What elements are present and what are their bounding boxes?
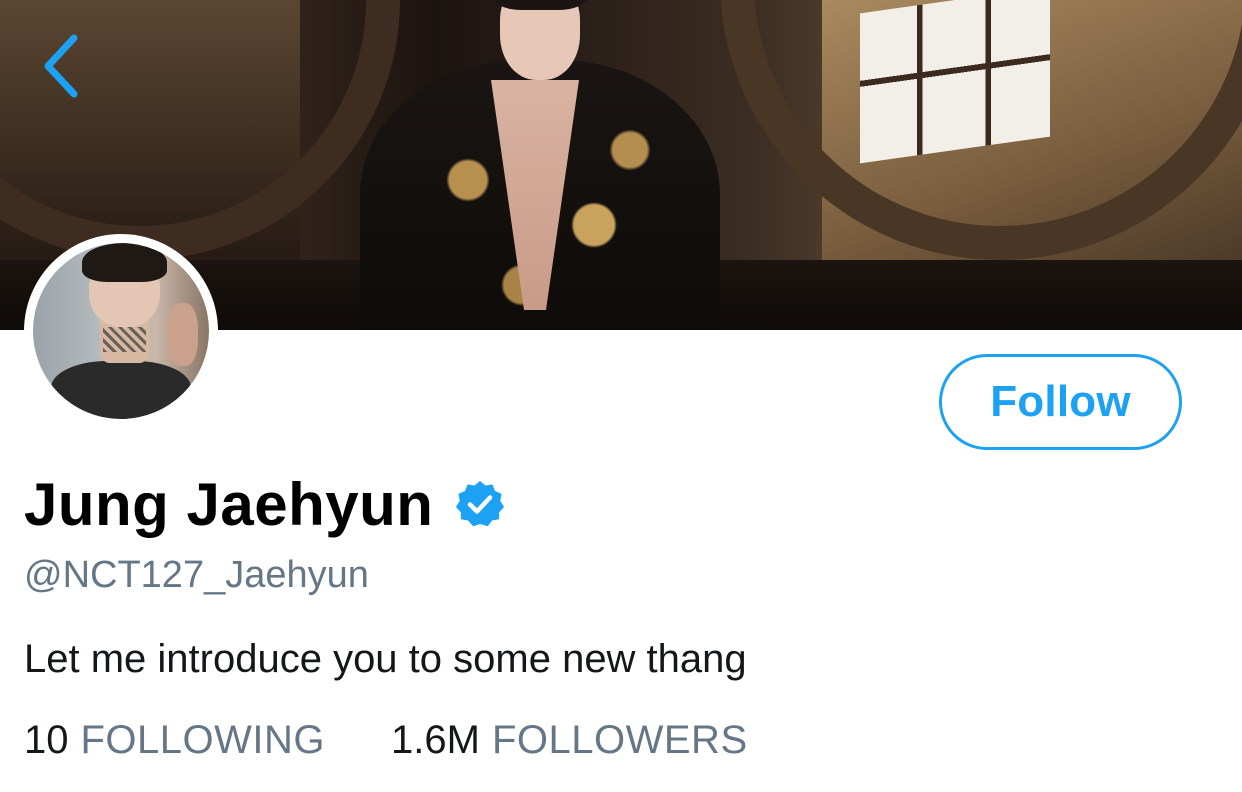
avatar-photo <box>33 243 209 419</box>
back-chevron-icon <box>44 34 78 98</box>
profile-stats: 10 FOLLOWING 1.6M FOLLOWERS <box>24 718 748 763</box>
verified-badge-icon <box>456 481 505 527</box>
followers-count: 1.6M <box>391 718 480 762</box>
banner-person-face <box>500 0 580 80</box>
avatar-hand <box>166 302 199 367</box>
avatar-tattoo <box>103 327 146 353</box>
avatar-shirt <box>50 360 192 419</box>
avatar-hair <box>82 243 167 282</box>
banner-window <box>860 0 1050 164</box>
follow-button[interactable]: Follow <box>939 354 1182 450</box>
profile-bio: Let me introduce you to some new thang <box>24 637 747 681</box>
back-button[interactable] <box>30 30 90 102</box>
profile-name-row: Jung Jaehyun <box>24 468 505 540</box>
following-count: 10 <box>24 718 69 762</box>
profile-avatar[interactable] <box>24 234 218 428</box>
followers-stat[interactable]: 1.6M FOLLOWERS <box>391 718 748 763</box>
followers-label: FOLLOWERS <box>491 718 748 762</box>
profile-handle: @NCT127_Jaehyun <box>24 554 369 596</box>
profile-display-name: Jung Jaehyun <box>24 470 434 538</box>
following-label: FOLLOWING <box>80 718 326 762</box>
following-stat[interactable]: 10 FOLLOWING <box>24 718 325 763</box>
